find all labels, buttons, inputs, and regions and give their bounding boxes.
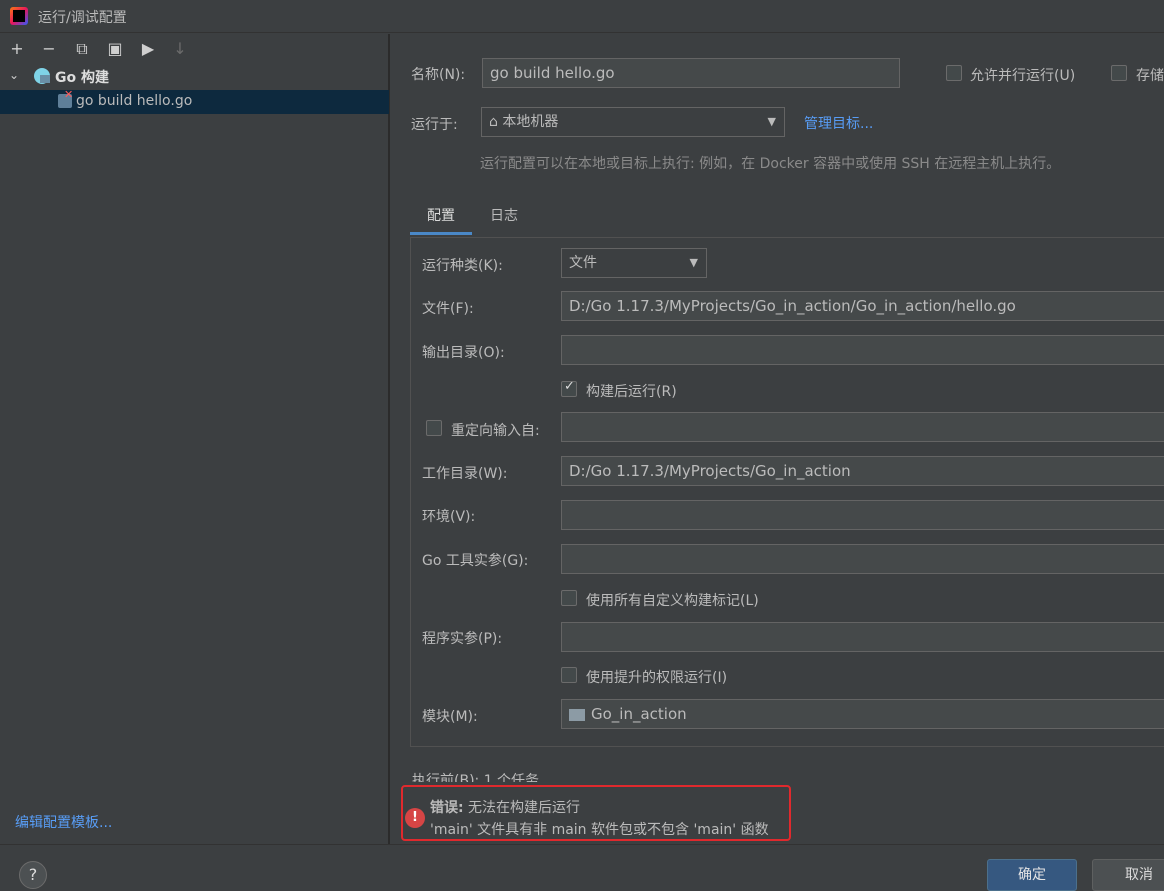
redirect-input-field[interactable] [561, 412, 1164, 442]
allow-parallel-label: 允许并行运行(U) [970, 68, 1076, 84]
error-title: 错误: 无法在构建后运行 [430, 797, 580, 817]
module-value: Go_in_action [591, 705, 687, 723]
app-logo-mark [13, 10, 25, 22]
sort-icon[interactable]: ↓ [170, 39, 190, 59]
file-label: 文件(F): [422, 301, 474, 317]
config-editor: 名称(N): go build hello.go 允许并行运行(U) 存储 运行… [390, 34, 1164, 844]
output-dir-label: 输出目录(O): [422, 345, 505, 361]
save-icon[interactable]: ▣ [105, 39, 125, 59]
output-dir-input[interactable] [561, 335, 1164, 365]
active-tab-indicator [410, 232, 472, 235]
elevated-checkbox[interactable] [561, 667, 577, 683]
error-title-bold: 错误: [430, 800, 464, 816]
home-icon: ⌂ [489, 114, 498, 130]
redirect-input-label: 重定向输入自: [451, 423, 540, 439]
env-label: 环境(V): [422, 509, 476, 525]
module-folder-icon [569, 708, 585, 721]
store-label: 存储 [1136, 68, 1164, 84]
error-icon: ! [405, 808, 425, 828]
manage-targets-link[interactable]: 管理目标... [804, 113, 873, 133]
run-after-build-checkbox[interactable]: ✓ [561, 379, 577, 397]
configurations-panel: + − ⧉ ▣ ▶ ↓ ⌄ Go 构建 ✕ go build hello.go … [0, 34, 389, 844]
title-bar: 运行/调试配置 [0, 0, 1164, 33]
name-label: 名称(N): [411, 67, 466, 83]
ok-button[interactable]: 确定 [987, 859, 1077, 891]
dialog-button-bar: ? 确定 取消 [0, 844, 1164, 891]
program-args-input[interactable] [561, 622, 1164, 652]
run-on-value: 本地机器 [502, 114, 559, 130]
cancel-button[interactable]: 取消 [1092, 859, 1164, 891]
allow-parallel-checkbox[interactable] [946, 65, 962, 81]
run-on-hint: 运行配置可以在本地或目标上执行: 例如，在 Docker 容器中或使用 SSH … [480, 156, 1061, 172]
elevated-label: 使用提升的权限运行(I) [586, 670, 728, 686]
run-after-build-label: 构建后运行(R) [586, 384, 677, 400]
error-detail: 'main' 文件具有非 main 软件包或不包含 'main' 函数 [430, 822, 769, 838]
app-logo-icon [10, 7, 28, 25]
chevron-down-icon: ▼ [689, 256, 698, 269]
run-kind-label: 运行种类(K): [422, 258, 503, 274]
tab-log[interactable]: 日志 [482, 204, 526, 236]
error-title-text: 无法在构建后运行 [463, 800, 581, 816]
working-dir-label: 工作目录(W): [422, 466, 508, 482]
panel-divider [389, 34, 390, 844]
tree-group-label: Go 构建 [55, 70, 109, 86]
config-form: 运行种类(K): 文件 ▼ 文件(F): D:/Go 1.17.3/MyProj… [410, 237, 1164, 747]
redirect-input-checkbox[interactable] [426, 420, 442, 436]
chevron-down-icon[interactable]: ⌄ [9, 68, 19, 82]
copy-icon[interactable]: ⧉ [72, 39, 92, 59]
working-dir-input[interactable]: D:/Go 1.17.3/MyProjects/Go_in_action [561, 456, 1164, 486]
module-dropdown[interactable]: Go_in_action [561, 699, 1164, 729]
checkmark-icon: ✓ [564, 379, 575, 394]
program-args-label: 程序实参(P): [422, 631, 503, 647]
add-icon[interactable]: + [7, 39, 27, 59]
go-tool-args-label: Go 工具实参(G): [422, 553, 529, 569]
help-button[interactable]: ? [19, 861, 47, 889]
run-on-dropdown[interactable]: ⌂ 本地机器 ▼ [481, 107, 785, 137]
config-tree: ⌄ Go 构建 ✕ go build hello.go [0, 64, 389, 464]
use-all-tags-label: 使用所有自定义构建标记(L) [586, 593, 759, 609]
config-toolbar: + − ⧉ ▣ ▶ ↓ [0, 34, 389, 64]
run-kind-value: 文件 [569, 255, 597, 271]
error-x-icon: ✕ [64, 88, 74, 101]
tree-item-label: go build hello.go [76, 93, 193, 109]
use-all-tags-checkbox[interactable] [561, 590, 577, 606]
store-checkbox[interactable] [1111, 65, 1127, 81]
remove-icon[interactable]: − [39, 39, 59, 59]
window-title: 运行/调试配置 [38, 10, 127, 26]
tree-group-go-build[interactable]: ⌄ Go 构建 [0, 64, 389, 88]
chevron-down-icon: ▼ [767, 115, 776, 128]
go-gopher-body [40, 75, 50, 83]
go-tool-args-input[interactable] [561, 544, 1164, 574]
name-input[interactable]: go build hello.go [482, 58, 900, 88]
module-label: 模块(M): [422, 709, 478, 725]
folder-icon[interactable]: ▶ [138, 39, 158, 59]
run-kind-dropdown[interactable]: 文件 ▼ [561, 248, 707, 278]
before-launch-section[interactable]: 执行前(B): 1 个任务 [412, 770, 539, 782]
run-on-label: 运行于: [411, 117, 458, 133]
file-input[interactable]: D:/Go 1.17.3/MyProjects/Go_in_action/Go_… [561, 291, 1164, 321]
edit-templates-link[interactable]: 编辑配置模板... [15, 812, 112, 832]
env-input[interactable] [561, 500, 1164, 530]
tree-item-go-build-hello[interactable]: ✕ go build hello.go [0, 88, 389, 114]
